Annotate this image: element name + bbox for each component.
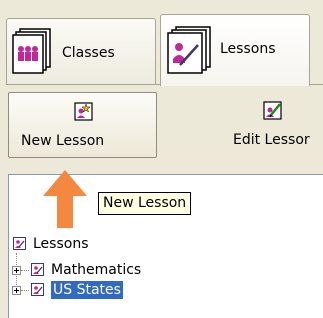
tab-lessons-label: Lessons	[220, 41, 276, 57]
lesson-icon	[31, 263, 44, 276]
edit-lesson-label: Edit Lessor	[233, 132, 310, 148]
classes-icon	[12, 27, 52, 79]
new-lesson-icon	[74, 101, 94, 127]
expand-icon[interactable]	[12, 286, 21, 295]
new-lesson-label: New Lesson	[21, 133, 105, 149]
tab-classes[interactable]: Classes	[6, 18, 156, 84]
tab-lessons[interactable]: Lessons	[160, 14, 310, 86]
lessons-panel: Classes Lessons New Lesson Edit Lessor L…	[0, 0, 323, 318]
lesson-folder-icon	[13, 237, 26, 250]
tree-item-label: Lessons	[33, 236, 89, 252]
lessons-icon	[166, 25, 212, 79]
new-lesson-tooltip: New Lesson	[98, 192, 192, 215]
expand-icon[interactable]	[12, 266, 21, 275]
pointer-arrow-icon	[43, 170, 87, 228]
tab-classes-label: Classes	[62, 45, 115, 61]
lesson-icon	[31, 283, 44, 296]
new-lesson-button[interactable]: New Lesson	[8, 92, 157, 158]
tree-connector	[21, 270, 29, 272]
tree-item-label: Mathematics	[51, 262, 142, 278]
edit-lesson-button[interactable]: Edit Lessor	[170, 92, 323, 158]
tree-connector	[21, 290, 29, 292]
tree-item-label-selected: US States	[51, 281, 123, 299]
edit-lesson-icon	[263, 100, 283, 126]
